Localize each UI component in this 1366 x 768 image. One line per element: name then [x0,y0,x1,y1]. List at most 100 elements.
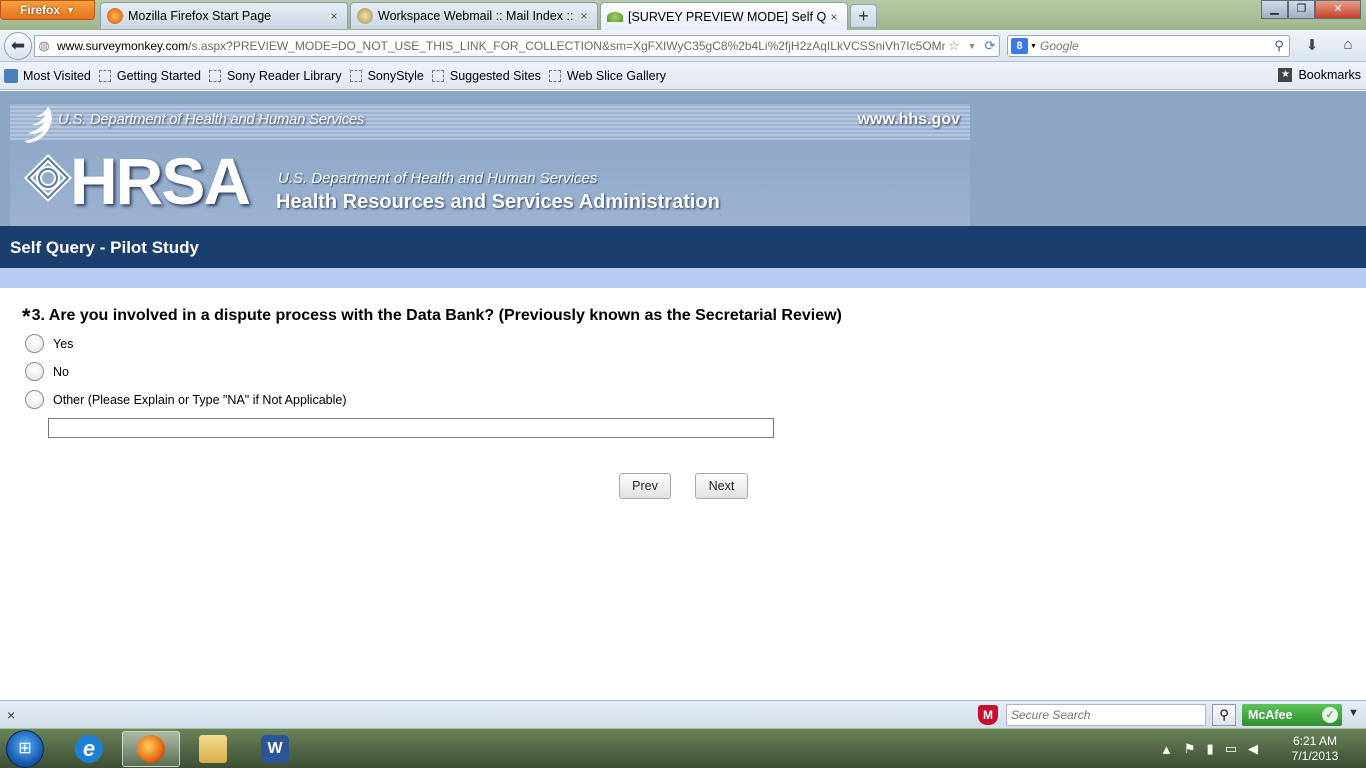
radio-no[interactable] [25,362,44,381]
option-label: Yes [53,336,74,351]
next-button[interactable]: Next [695,473,748,499]
start-button[interactable]: ⊞ [6,730,44,768]
prev-button[interactable]: Prev [619,473,671,499]
volume-icon[interactable]: ◀ [1248,741,1258,757]
search-bar[interactable]: 8 ▼ ⚲ [1007,35,1290,57]
home-icon[interactable]: ⌂ [1338,36,1358,56]
url-bar[interactable]: ◍ www.surveymonkey.com/s.aspx?PREVIEW_MO… [34,35,1000,57]
bookmark-sony-reader-library[interactable]: Sony Reader Library [208,68,342,83]
hrsa-department-subtitle: U.S. Department of Health and Human Serv… [278,170,598,187]
hhs-department-line: U.S. Department of Health and Human Serv… [58,111,365,128]
surveymonkey-icon [607,11,623,22]
firefox-menu-label: Firefox [20,3,61,17]
option-label: Other (Please Explain or Type "NA" if No… [53,392,347,407]
survey-progress-stripe [0,268,1366,288]
page-icon [548,69,561,82]
system-clock[interactable]: 6:21 AM 7/1/2013 [1280,734,1350,764]
required-marker: * [22,304,31,329]
new-tab-button[interactable]: + [850,4,877,28]
bookmark-label: Web Slice Gallery [566,68,667,83]
word-icon: W [261,735,289,763]
network-icon[interactable]: ▭ [1225,741,1237,757]
minimize-button[interactable]: ▁ [1261,0,1288,19]
search-icon[interactable]: ⚲ [1269,38,1289,54]
webmail-icon [357,8,373,24]
google-icon: 8 [1011,38,1028,54]
mcafee-shield-icon[interactable]: M [978,705,998,725]
firefox-menu-button[interactable]: Firefox ▼ [0,0,95,20]
chevron-down-icon[interactable]: ▼ [1348,707,1359,719]
search-engine-selector[interactable]: 8 ▼ [1008,38,1040,54]
option-yes[interactable]: Yes [25,334,73,353]
close-tab-icon[interactable]: × [577,9,591,23]
dropdown-arrow-icon[interactable]: ▼ [963,41,981,51]
navigation-toolbar: ⬅ ◍ www.surveymonkey.com/s.aspx?PREVIEW_… [0,30,1366,62]
download-icon[interactable]: ⬇ [1302,36,1322,56]
option-label: No [53,364,69,379]
firefox-icon [107,8,123,24]
folder-icon [199,735,227,763]
close-window-button[interactable]: ✕ [1315,0,1361,19]
search-icon[interactable]: ⚲ [1212,704,1236,726]
bookmark-sonystyle[interactable]: SonyStyle [349,68,424,83]
close-addon-bar-icon[interactable]: × [7,707,15,723]
bookmark-label: Sony Reader Library [226,68,342,83]
clock-time: 6:21 AM [1292,734,1338,748]
taskbar-internet-explorer[interactable]: e [60,731,118,767]
tab-firefox-start[interactable]: Mozilla Firefox Start Page × [100,2,348,29]
tab-title: Workspace Webmail :: Mail Index :: Se... [378,9,577,23]
back-button[interactable]: ⬅ [4,32,32,60]
other-explanation-field[interactable] [48,418,774,438]
bookmark-label: Most Visited [23,68,91,83]
radio-other[interactable] [25,390,44,409]
taskbar-microsoft-word[interactable]: W [246,731,304,767]
chevron-down-icon: ▼ [66,5,75,15]
device-icon[interactable]: ▮ [1207,741,1214,757]
reload-icon[interactable]: ⟳ [981,38,999,54]
bookmark-most-visited[interactable]: Most Visited [23,69,91,83]
windows-taskbar: ⊞ e W ▲ ⚑ ▮ ▭ ◀ 6:21 AM 7/1/2013 [0,728,1366,768]
tab-title: [SURVEY PREVIEW MODE] Self Query ... [628,9,827,24]
url-text: www.surveymonkey.com/s.aspx?PREVIEW_MODE… [53,39,945,53]
bookmark-label: Suggested Sites [449,68,541,83]
internet-explorer-icon: e [75,735,103,763]
close-tab-icon[interactable]: × [327,9,341,23]
tab-webmail[interactable]: Workspace Webmail :: Mail Index :: Se...… [350,2,598,29]
hhs-url-link[interactable]: www.hhs.gov [857,111,960,129]
bookmarks-menu-label: Bookmarks [1298,68,1361,82]
bookmarks-menu-button[interactable]: ★ Bookmarks [1278,68,1361,82]
option-other[interactable]: Other (Please Explain or Type "NA" if No… [25,390,347,409]
bookmarks-toolbar: Most Visited Getting Started Sony Reader… [0,62,1366,90]
tab-survey-preview[interactable]: [SURVEY PREVIEW MODE] Self Query ... × [600,2,848,30]
maximize-button[interactable]: ❐ [1288,0,1315,19]
star-icon[interactable]: ☆ [945,38,963,54]
hrsa-banner: U.S. Department of Health and Human Serv… [0,91,1366,226]
tab-strip: Firefox ▼ Mozilla Firefox Start Page × W… [0,0,1366,30]
bookmark-label: SonyStyle [367,68,424,83]
bookmark-suggested-sites[interactable]: Suggested Sites [431,68,541,83]
bookmark-web-slice-gallery[interactable]: Web Slice Gallery [548,68,667,83]
search-input[interactable] [1040,39,1269,53]
action-center-flag-icon[interactable]: ⚑ [1184,741,1196,757]
bookmarks-star-icon: ★ [1278,68,1293,82]
page-icon [349,69,362,82]
secure-search-input[interactable] [1006,704,1206,726]
page-icon [98,69,111,82]
taskbar-windows-explorer[interactable] [184,731,242,767]
page-icon [208,69,221,82]
hrsa-agency-name: Health Resources and Services Administra… [276,191,720,213]
option-no[interactable]: No [25,362,69,381]
bookmark-label: Getting Started [116,68,201,83]
question-label: 3. Are you involved in a dispute process… [31,307,842,324]
hhs-eagle-logo [24,107,52,143]
taskbar-firefox[interactable] [122,731,180,767]
bookmark-getting-started[interactable]: Getting Started [98,68,201,83]
close-tab-icon[interactable]: × [827,10,841,24]
chevron-down-icon: ▼ [1030,42,1037,50]
system-tray: ▲ ⚑ ▮ ▭ ◀ [1160,729,1269,768]
radio-yes[interactable] [25,334,44,353]
firefox-icon [137,735,165,763]
show-hidden-icons-icon[interactable]: ▲ [1160,742,1173,757]
mcafee-siteadvisor-badge[interactable]: McAfee ✓ [1242,704,1342,726]
hrsa-wordmark: HRSA [70,144,251,218]
